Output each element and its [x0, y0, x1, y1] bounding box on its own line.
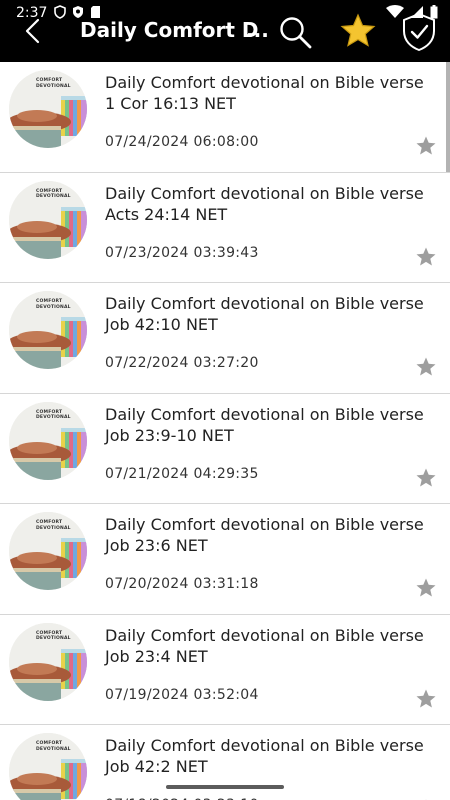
thumbnail-label: COMFORT DEVOTIONAL: [36, 78, 71, 89]
thumbnail-label: COMFORT DEVOTIONAL: [36, 520, 71, 531]
devotional-thumbnail: COMFORT DEVOTIONAL: [9, 401, 87, 480]
devotional-thumbnail: COMFORT DEVOTIONAL: [9, 180, 87, 259]
verified-shield-icon[interactable]: [400, 12, 438, 52]
scrollbar[interactable]: [446, 62, 450, 172]
app-toolbar: 2:37 Daily Comfort D ...: [0, 0, 450, 62]
location-shield-icon: [73, 6, 83, 18]
item-date: 07/22/2024 03:27:20: [105, 355, 259, 371]
devotional-thumbnail: COMFORT DEVOTIONAL: [9, 70, 87, 148]
devotional-thumbnail: COMFORT DEVOTIONAL: [9, 291, 87, 369]
favorite-star-icon[interactable]: [415, 688, 437, 710]
title-ellipsis: ...: [246, 18, 269, 42]
thumbnail-label: COMFORT DEVOTIONAL: [36, 630, 71, 642]
item-title: Daily Comfort devotional on Bible verse …: [105, 515, 424, 555]
favorite-star-icon[interactable]: [415, 356, 437, 378]
sd-card-icon: [91, 6, 100, 18]
item-title: Daily Comfort devotional on Bible verse …: [105, 183, 424, 224]
thumbnail-label: COMFORT DEVOTIONAL: [36, 409, 71, 421]
favorite-star-icon[interactable]: [415, 135, 437, 157]
item-title: Daily Comfort devotional on Bible verse …: [105, 294, 424, 334]
thumbnail-label: COMFORT DEVOTIONAL: [36, 741, 71, 752]
status-icons-left: [54, 5, 101, 19]
thumbnail-label: COMFORT DEVOTIONAL: [36, 188, 71, 200]
search-icon[interactable]: [277, 14, 313, 50]
item-date: 07/21/2024 04:29:35: [105, 465, 259, 482]
page-title: Daily Comfort D: [80, 18, 258, 42]
favorite-star-icon[interactable]: [415, 467, 437, 489]
list-item[interactable]: COMFORT DEVOTIONAL Daily Comfort devotion…: [0, 173, 450, 283]
item-date: 07/23/2024 03:39:43: [105, 244, 259, 261]
list-item[interactable]: COMFORT DEVOTIONAL Daily Comfort devotion…: [0, 615, 450, 725]
devotional-thumbnail: COMFORT DEVOTIONAL: [9, 733, 87, 800]
list-item[interactable]: COMFORT DEVOTIONAL Daily Comfort devotion…: [0, 394, 450, 504]
item-date: 07/19/2024 03:52:04: [105, 686, 259, 703]
favorite-star-icon[interactable]: [415, 577, 437, 599]
back-arrow-icon[interactable]: [20, 14, 44, 48]
devotional-list[interactable]: COMFORT DEVOTIONAL Daily Comfort devotion…: [0, 62, 450, 800]
item-date: 07/20/2024 03:31:18: [105, 576, 259, 592]
favorites-star-icon[interactable]: [339, 12, 377, 50]
item-title: Daily Comfort devotional on Bible verse …: [105, 625, 424, 666]
list-item[interactable]: COMFORT DEVOTIONAL Daily Comfort devotion…: [0, 283, 450, 394]
devotional-thumbnail: COMFORT DEVOTIONAL: [9, 622, 87, 701]
favorite-star-icon[interactable]: [415, 246, 437, 268]
thumbnail-label: COMFORT DEVOTIONAL: [36, 299, 71, 310]
item-date: 07/24/2024 06:08:00: [105, 134, 259, 150]
list-item[interactable]: COMFORT DEVOTIONAL Daily Comfort devotion…: [0, 504, 450, 615]
home-gesture-bar[interactable]: [166, 785, 284, 789]
item-title: Daily Comfort devotional on Bible verse …: [105, 736, 424, 776]
item-title: Daily Comfort devotional on Bible verse …: [105, 73, 424, 113]
vpn-shield-icon: [54, 5, 66, 19]
list-item[interactable]: COMFORT DEVOTIONAL Daily Comfort devotion…: [0, 62, 450, 173]
devotional-thumbnail: COMFORT DEVOTIONAL: [9, 512, 87, 590]
item-title: Daily Comfort devotional on Bible verse …: [105, 404, 424, 445]
